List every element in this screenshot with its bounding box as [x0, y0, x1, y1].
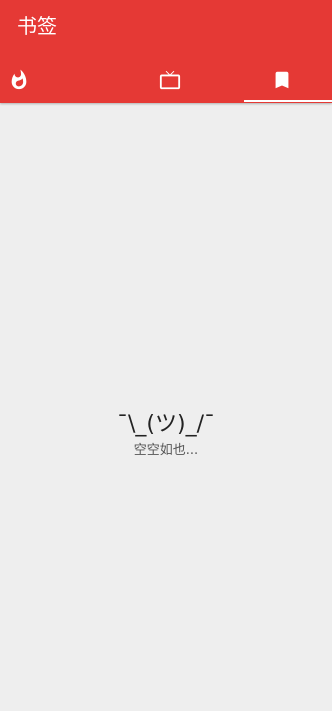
tab-indicator [244, 100, 332, 102]
empty-state: ¯\_(ツ)_/¯ 空空如也... [0, 410, 332, 460]
empty-emoticon: ¯\_(ツ)_/¯ [117, 412, 215, 437]
page-title: 书签 [17, 14, 57, 38]
tab-hot[interactable] [0, 56, 87, 103]
flame-icon [11, 69, 26, 89]
tab-bar [0, 56, 332, 103]
app-bar: 书签 [0, 0, 332, 103]
tab-bookmarks[interactable] [244, 56, 332, 103]
tab-tv[interactable] [101, 56, 238, 103]
app-root: 书签 ¯\_(ツ)_/¯ 空空如也... [0, 0, 332, 711]
bookmark-icon [275, 71, 289, 88]
tv-icon [159, 70, 180, 89]
empty-message: 空空如也... [133, 443, 199, 458]
